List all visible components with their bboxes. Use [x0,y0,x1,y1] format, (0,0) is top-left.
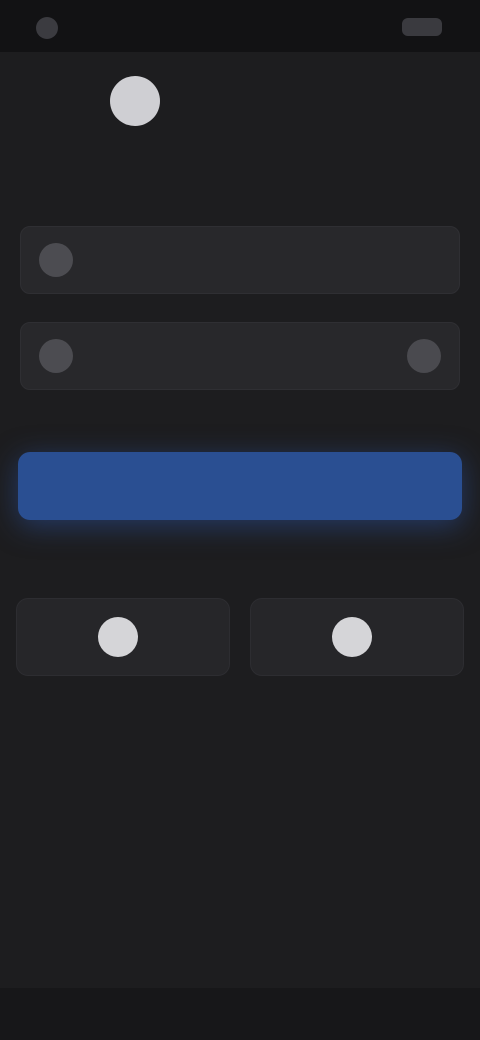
social-login-row [16,598,464,676]
login-button[interactable] [18,452,462,520]
app-logo-icon [110,76,160,126]
status-bar [0,0,480,52]
status-left [36,17,68,39]
user-icon [39,243,73,277]
social-button-google[interactable] [16,598,230,676]
lock-icon [39,339,73,373]
email-input[interactable] [87,240,441,280]
social-button-apple[interactable] [250,598,464,676]
bottom-bar [0,988,480,1040]
battery-icon [402,18,442,36]
password-input[interactable] [87,336,407,376]
login-screen [0,0,480,1040]
password-field[interactable] [20,322,460,390]
camera-icon [36,17,58,39]
brand-header [110,74,172,128]
email-field[interactable] [20,226,460,294]
apple-icon [332,617,372,657]
signup-section [150,702,330,762]
status-right [402,18,442,36]
eye-icon[interactable] [407,339,441,373]
google-icon [98,617,138,657]
